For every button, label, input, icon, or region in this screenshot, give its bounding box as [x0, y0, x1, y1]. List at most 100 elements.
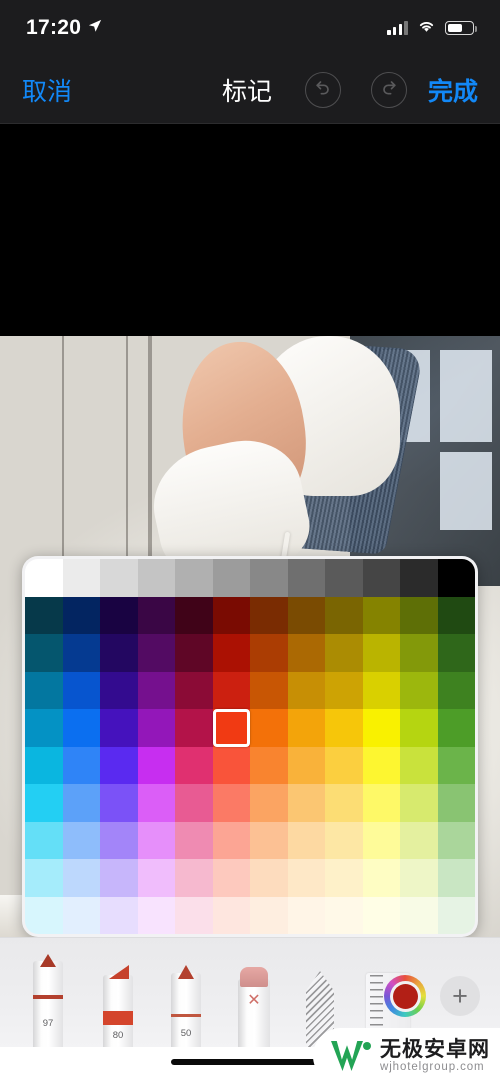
- color-swatch[interactable]: [287, 859, 325, 897]
- color-swatch[interactable]: [175, 596, 213, 634]
- color-swatch[interactable]: [175, 746, 213, 784]
- color-swatch[interactable]: [62, 896, 100, 934]
- color-swatch[interactable]: [175, 709, 213, 747]
- color-swatch[interactable]: [250, 671, 288, 709]
- color-swatch[interactable]: [62, 821, 100, 859]
- color-swatch[interactable]: [212, 784, 250, 822]
- color-swatch[interactable]: [325, 634, 363, 672]
- pen-tool[interactable]: 97: [33, 954, 63, 1047]
- color-swatch[interactable]: [325, 671, 363, 709]
- pencil-tool[interactable]: 50: [171, 965, 201, 1047]
- color-swatch[interactable]: [400, 709, 438, 747]
- color-swatch[interactable]: [62, 709, 100, 747]
- color-swatch[interactable]: [287, 634, 325, 672]
- color-swatch[interactable]: [100, 559, 138, 597]
- color-swatch[interactable]: [212, 671, 250, 709]
- color-swatch[interactable]: [250, 896, 288, 934]
- color-swatch[interactable]: [250, 634, 288, 672]
- color-swatch[interactable]: [362, 671, 400, 709]
- color-swatch[interactable]: [62, 671, 100, 709]
- color-swatch[interactable]: [137, 559, 175, 597]
- color-swatch[interactable]: [100, 634, 138, 672]
- color-swatch[interactable]: [325, 709, 363, 747]
- redo-button[interactable]: [371, 71, 407, 108]
- done-button[interactable]: 完成: [428, 72, 478, 108]
- color-swatch[interactable]: [250, 821, 288, 859]
- color-swatch[interactable]: [25, 596, 63, 634]
- color-swatch[interactable]: [400, 596, 438, 634]
- color-swatch[interactable]: [325, 896, 363, 934]
- color-swatch[interactable]: [400, 671, 438, 709]
- color-swatch[interactable]: [250, 559, 288, 597]
- color-swatch[interactable]: [62, 746, 100, 784]
- color-swatch[interactable]: [212, 821, 250, 859]
- color-swatch[interactable]: [175, 634, 213, 672]
- color-swatch[interactable]: [137, 859, 175, 897]
- color-swatch[interactable]: [212, 634, 250, 672]
- color-swatch[interactable]: [325, 596, 363, 634]
- color-swatch[interactable]: [212, 596, 250, 634]
- color-swatch[interactable]: [400, 896, 438, 934]
- color-swatch[interactable]: [400, 784, 438, 822]
- color-swatch[interactable]: [25, 746, 63, 784]
- color-swatch[interactable]: [175, 859, 213, 897]
- color-swatch[interactable]: [100, 784, 138, 822]
- color-swatch[interactable]: [137, 634, 175, 672]
- highlighter-tool[interactable]: 80: [103, 965, 133, 1047]
- color-swatch[interactable]: [175, 821, 213, 859]
- color-swatch[interactable]: [287, 671, 325, 709]
- color-swatch[interactable]: [400, 634, 438, 672]
- color-swatch[interactable]: [437, 896, 475, 934]
- color-swatch[interactable]: [137, 596, 175, 634]
- color-swatch[interactable]: [137, 896, 175, 934]
- color-swatch[interactable]: [62, 596, 100, 634]
- color-swatch[interactable]: [25, 784, 63, 822]
- color-swatch[interactable]: [175, 559, 213, 597]
- color-swatch[interactable]: [25, 821, 63, 859]
- color-swatch[interactable]: [100, 821, 138, 859]
- color-swatch[interactable]: [25, 634, 63, 672]
- eraser-tool[interactable]: ✕: [238, 967, 270, 1047]
- color-swatch[interactable]: [250, 784, 288, 822]
- color-swatch[interactable]: [325, 746, 363, 784]
- color-swatch[interactable]: [287, 784, 325, 822]
- color-swatch[interactable]: [362, 784, 400, 822]
- undo-button[interactable]: [305, 71, 341, 108]
- color-swatch[interactable]: [362, 596, 400, 634]
- color-swatch[interactable]: [100, 746, 138, 784]
- color-swatch[interactable]: [362, 859, 400, 897]
- color-swatch[interactable]: [250, 596, 288, 634]
- color-swatch[interactable]: [100, 671, 138, 709]
- home-indicator[interactable]: [171, 1059, 329, 1065]
- color-swatch[interactable]: [325, 784, 363, 822]
- color-swatch[interactable]: [287, 559, 325, 597]
- color-swatch[interactable]: [437, 634, 475, 672]
- color-swatch[interactable]: [62, 634, 100, 672]
- color-swatch[interactable]: [137, 784, 175, 822]
- color-swatch[interactable]: [100, 596, 138, 634]
- color-swatch[interactable]: [437, 671, 475, 709]
- color-swatch[interactable]: [62, 859, 100, 897]
- color-swatch[interactable]: [437, 559, 475, 597]
- color-swatch[interactable]: [325, 559, 363, 597]
- color-swatch[interactable]: [175, 896, 213, 934]
- color-swatch[interactable]: [437, 821, 475, 859]
- color-swatch[interactable]: [137, 671, 175, 709]
- color-swatch[interactable]: [362, 634, 400, 672]
- color-swatch[interactable]: [250, 859, 288, 897]
- color-swatch-grid[interactable]: [25, 559, 475, 934]
- color-swatch[interactable]: [325, 859, 363, 897]
- color-swatch[interactable]: [62, 559, 100, 597]
- color-swatch[interactable]: [287, 821, 325, 859]
- color-swatch[interactable]: [400, 559, 438, 597]
- color-swatch[interactable]: [325, 821, 363, 859]
- color-swatch[interactable]: [400, 859, 438, 897]
- color-swatch[interactable]: [362, 559, 400, 597]
- color-swatch[interactable]: [362, 709, 400, 747]
- color-swatch[interactable]: [175, 671, 213, 709]
- color-swatch[interactable]: [137, 821, 175, 859]
- color-swatch[interactable]: [437, 596, 475, 634]
- color-swatch[interactable]: [212, 709, 250, 747]
- color-swatch[interactable]: [62, 784, 100, 822]
- color-swatch[interactable]: [362, 746, 400, 784]
